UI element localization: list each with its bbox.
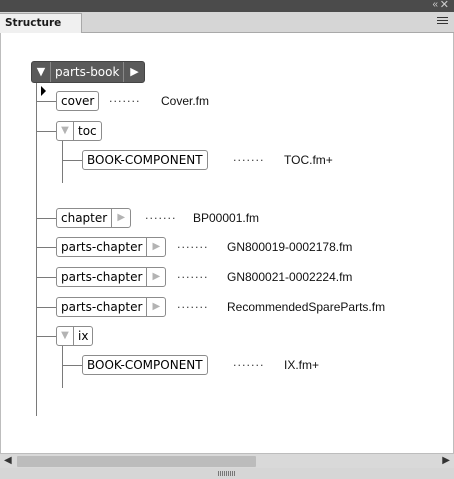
file-name: IX.fm+ [284, 358, 320, 372]
collapse-panel-icon[interactable]: « [432, 0, 437, 10]
file-name: BP00001.fm [193, 211, 260, 225]
toc-branch-line [62, 141, 63, 183]
element-label: chapter [61, 211, 108, 225]
leader-dots: ······· [233, 154, 265, 167]
element-label: ix [78, 329, 89, 343]
tab-bar: Structure View [0, 12, 454, 47]
element-parts-chapter[interactable]: parts-chapter ▶ [56, 267, 167, 287]
insertion-point-icon [41, 86, 46, 96]
expand-arrow-icon[interactable]: ▶ [146, 298, 165, 316]
element-toc[interactable]: ▼ toc [56, 121, 102, 141]
expand-arrow-icon[interactable]: ▶ [146, 238, 165, 256]
collapse-triangle-icon[interactable]: ▼ [57, 327, 74, 345]
connector-line [62, 160, 82, 161]
element-label: cover [61, 94, 95, 108]
panel-title-bar: « ✕ [0, 0, 454, 12]
connector-line [36, 131, 56, 132]
root-element-parts-book[interactable]: ▼ parts-book ▶ [31, 61, 146, 83]
element-label: parts-book [51, 62, 125, 82]
connector-line [36, 277, 56, 278]
leader-dots: ······· [109, 95, 141, 108]
leader-dots: ······· [145, 212, 177, 225]
element-label: parts-chapter [61, 270, 143, 284]
file-name: GN800021-0002224.fm [227, 270, 353, 284]
scrollbar-thumb[interactable] [17, 456, 256, 467]
collapse-triangle-icon[interactable]: ▼ [32, 62, 51, 82]
tab-structure-view[interactable]: Structure View [0, 13, 82, 47]
element-cover[interactable]: cover [56, 91, 100, 111]
element-book-component[interactable]: BOOK-COMPONENT [82, 150, 208, 170]
tree-trunk-line [36, 83, 37, 416]
ix-branch-line [62, 346, 63, 388]
connector-line [36, 307, 56, 308]
leader-dots: ······· [177, 271, 209, 284]
element-ix[interactable]: ▼ ix [56, 326, 94, 346]
file-name: RecommendedSpareParts.fm [227, 300, 386, 314]
leader-dots: ······· [177, 301, 209, 314]
element-label: parts-chapter [61, 240, 143, 254]
expand-arrow-icon[interactable]: ▶ [124, 62, 144, 82]
panel-bottom-bar [0, 468, 454, 479]
element-parts-chapter[interactable]: parts-chapter ▶ [56, 237, 167, 257]
connector-line [62, 365, 82, 366]
leader-dots: ······· [233, 359, 265, 372]
file-name: Cover.fm [161, 94, 210, 108]
scroll-right-icon[interactable]: ▶ [442, 455, 450, 466]
file-name: GN800019-0002178.fm [227, 240, 353, 254]
connector-line [36, 101, 56, 102]
element-chapter[interactable]: chapter ▶ [56, 208, 132, 228]
structure-tree-panel[interactable]: ▼ parts-book ▶ cover ······· Cover.fm ▼ … [0, 33, 454, 453]
element-parts-chapter[interactable]: parts-chapter ▶ [56, 297, 167, 317]
element-label: BOOK-COMPONENT [87, 358, 203, 372]
element-book-component[interactable]: BOOK-COMPONENT [82, 355, 208, 375]
expand-arrow-icon[interactable]: ▶ [146, 268, 165, 286]
panel-menu-icon[interactable] [437, 17, 448, 26]
scroll-left-icon[interactable]: ◀ [4, 455, 12, 466]
expand-arrow-icon[interactable]: ▶ [111, 209, 130, 227]
element-label: toc [78, 124, 97, 138]
connector-line [36, 218, 56, 219]
close-panel-icon[interactable]: ✕ [440, 0, 449, 11]
element-label: BOOK-COMPONENT [87, 153, 203, 167]
connector-line [36, 247, 56, 248]
leader-dots: ······· [177, 241, 209, 254]
collapse-triangle-icon[interactable]: ▼ [57, 122, 74, 140]
connector-line [36, 336, 56, 337]
horizontal-scrollbar[interactable]: ◀ ▶ [0, 453, 454, 468]
file-name: TOC.fm+ [284, 153, 333, 167]
resize-grip-icon[interactable] [218, 471, 236, 476]
element-label: parts-chapter [61, 300, 143, 314]
